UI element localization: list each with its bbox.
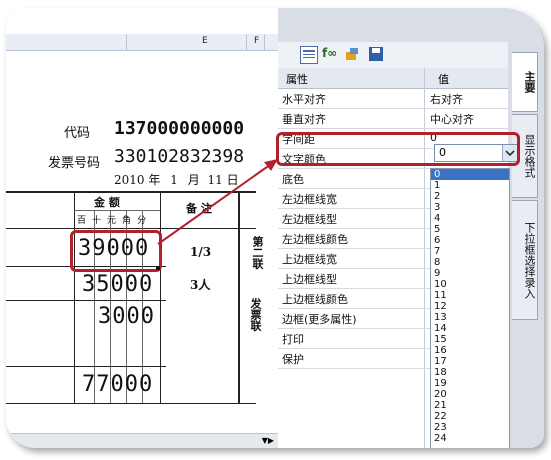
property-label: 打印 bbox=[282, 333, 304, 346]
property-value[interactable]: 中心对齐 bbox=[430, 111, 474, 127]
dropdown-option[interactable]: 3 bbox=[431, 202, 509, 213]
column-header-bar: E F bbox=[6, 34, 278, 51]
dropdown-option[interactable]: 0 bbox=[431, 169, 509, 180]
code-label: 代码 bbox=[64, 126, 91, 141]
dropdown-option[interactable]: 14 bbox=[431, 323, 509, 334]
property-label: 左边框线颜色 bbox=[282, 233, 348, 246]
property-label: 垂直对齐 bbox=[282, 113, 326, 126]
property-label: 上边框线宽 bbox=[282, 253, 337, 266]
amount-cell[interactable]: 77000 bbox=[82, 372, 153, 397]
dropdown-option[interactable]: 24 bbox=[431, 433, 509, 444]
dropdown-option[interactable]: 21 bbox=[431, 400, 509, 411]
screenshot-card: E F 代码 137000000000 发票号码 3301028323​98 2… bbox=[6, 8, 544, 448]
dropdown-option[interactable]: 2 bbox=[431, 191, 509, 202]
amount-subheader: 百十元角分 bbox=[77, 216, 153, 226]
side-tabs: 主要 显示格式 下拉框选择录入 bbox=[508, 42, 544, 448]
dropdown-option[interactable]: 7 bbox=[431, 246, 509, 257]
side-label-invoice: 发票联 bbox=[249, 298, 262, 331]
letter-spacing-dropdown[interactable]: 0 1 2 3 4 5 6 7 8 9 10 11 12 13 14 15 16 17 18 19 20 21 22 23 24 bbox=[430, 168, 510, 448]
property-value[interactable]: 右对齐 bbox=[430, 91, 463, 107]
tab-main[interactable]: 主要 bbox=[512, 52, 538, 112]
dropdown-option[interactable]: 6 bbox=[431, 235, 509, 246]
column-header-e[interactable]: E bbox=[202, 36, 208, 46]
property-row-highlight bbox=[276, 132, 520, 166]
property-label: 上边框线颜色 bbox=[282, 293, 348, 306]
dropdown-option[interactable]: 20 bbox=[431, 389, 509, 400]
property-label: 左边框线型 bbox=[282, 213, 337, 226]
property-label: 保护 bbox=[282, 353, 304, 366]
property-label: 水平对齐 bbox=[282, 93, 326, 106]
column-header-f[interactable]: F bbox=[254, 36, 259, 46]
tab-dropdown-input[interactable]: 下拉框选择录入 bbox=[512, 200, 538, 320]
dropdown-option[interactable]: 23 bbox=[431, 422, 509, 433]
year-value: 2010 bbox=[114, 173, 145, 187]
callout-arrow bbox=[157, 159, 278, 245]
dropdown-option[interactable]: 16 bbox=[431, 345, 509, 356]
dropdown-option[interactable]: 11 bbox=[431, 290, 509, 301]
dropdown-option[interactable]: 15 bbox=[431, 334, 509, 345]
remark-cell[interactable]: 3人 bbox=[190, 276, 210, 293]
header-value: 值 bbox=[438, 73, 449, 86]
scroll-right-icon[interactable]: ▼▶ bbox=[262, 436, 274, 445]
tools-icon[interactable] bbox=[344, 46, 360, 62]
property-row[interactable]: 水平对齐 右对齐 bbox=[278, 88, 508, 109]
grid-header: 属性 值 bbox=[278, 68, 508, 89]
property-row[interactable]: 垂直对齐 中心对齐 bbox=[278, 108, 508, 129]
amount-header: 金 额 bbox=[94, 196, 120, 209]
function-icon[interactable]: f∞ bbox=[322, 46, 338, 62]
property-label: 边框(更多属性) bbox=[282, 313, 357, 326]
dropdown-option[interactable]: 12 bbox=[431, 301, 509, 312]
dropdown-option[interactable]: 8 bbox=[431, 257, 509, 268]
save-icon[interactable] bbox=[368, 46, 384, 62]
dropdown-option[interactable]: 17 bbox=[431, 356, 509, 367]
amount-cell[interactable]: 3000 bbox=[98, 304, 155, 329]
table-view-icon[interactable] bbox=[300, 46, 318, 64]
amount-cell[interactable]: 35000 bbox=[82, 272, 153, 297]
dropdown-option[interactable]: 18 bbox=[431, 367, 509, 378]
selected-cell-highlight bbox=[70, 230, 162, 272]
dropdown-option[interactable]: 10 bbox=[431, 279, 509, 290]
dropdown-option[interactable]: 4 bbox=[431, 213, 509, 224]
dropdown-option[interactable]: 1 bbox=[431, 180, 509, 191]
dropdown-option[interactable]: 19 bbox=[431, 378, 509, 389]
header-property: 属性 bbox=[286, 73, 308, 86]
dropdown-option[interactable]: 9 bbox=[431, 268, 509, 279]
property-label: 上边框线型 bbox=[282, 273, 337, 286]
code-value: 137000000000 bbox=[114, 118, 245, 139]
dropdown-option[interactable]: 13 bbox=[431, 312, 509, 323]
panel-toolbar: f∞ bbox=[278, 42, 508, 69]
dropdown-option[interactable]: 22 bbox=[431, 411, 509, 422]
fill-handle[interactable] bbox=[156, 266, 160, 270]
property-label: 左边框线宽 bbox=[282, 193, 337, 206]
invoice-number-label: 发票号码 bbox=[48, 156, 101, 171]
horizontal-scrollbar[interactable]: ▼▶ bbox=[6, 433, 278, 448]
dropdown-option[interactable]: 5 bbox=[431, 224, 509, 235]
